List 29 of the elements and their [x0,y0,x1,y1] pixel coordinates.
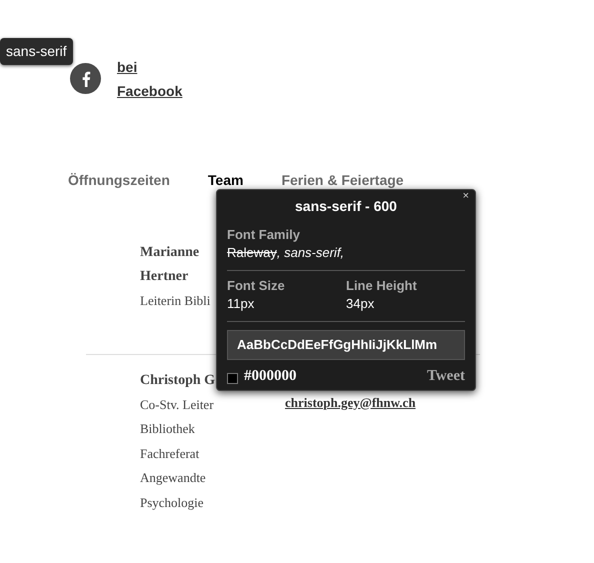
tab[interactable]: Öffnungszeiten [68,170,170,191]
facebook-icon[interactable] [70,63,101,94]
role-text: Psychologie [140,494,204,512]
font-tooltip: sans-serif [0,38,73,65]
tab[interactable]: Ferien & Feiertage [281,170,404,191]
field-label: Line Height [346,277,417,295]
role-text: Co-Stv. Leiter [140,396,214,414]
field-value: 34px [346,295,374,313]
role-text: Leiterin Bibli [140,292,210,310]
font-sample: AaBbCcDdEeFfGgHhIiJjKkLlMm [227,330,465,360]
color-value: #000000 [244,367,296,386]
facebook-link[interactable]: bei [117,58,138,76]
field-value: 11px [227,295,254,313]
field-label: Font Family [227,227,300,243]
facebook-link[interactable]: Facebook [117,82,182,100]
role-text: Fachreferat [140,444,200,462]
person-name: Christoph G [140,372,216,390]
tweet-link[interactable]: Tweet [426,365,465,388]
email-link[interactable]: christoph.gey@fhnw.ch [285,392,416,412]
font-name: , sans-serif, [276,245,344,261]
popup-title: sans-serif - 600 [295,197,397,215]
person-name: Hertner [140,268,188,286]
close-button[interactable]: × [462,190,469,202]
font-name: Raleway [227,245,277,261]
role-text: Bibliothek [140,420,195,438]
role-text: Angewandte [140,469,206,487]
person-name: Marianne [140,244,200,262]
field-label: Font Size [227,277,285,295]
tab[interactable]: Team [208,170,244,191]
